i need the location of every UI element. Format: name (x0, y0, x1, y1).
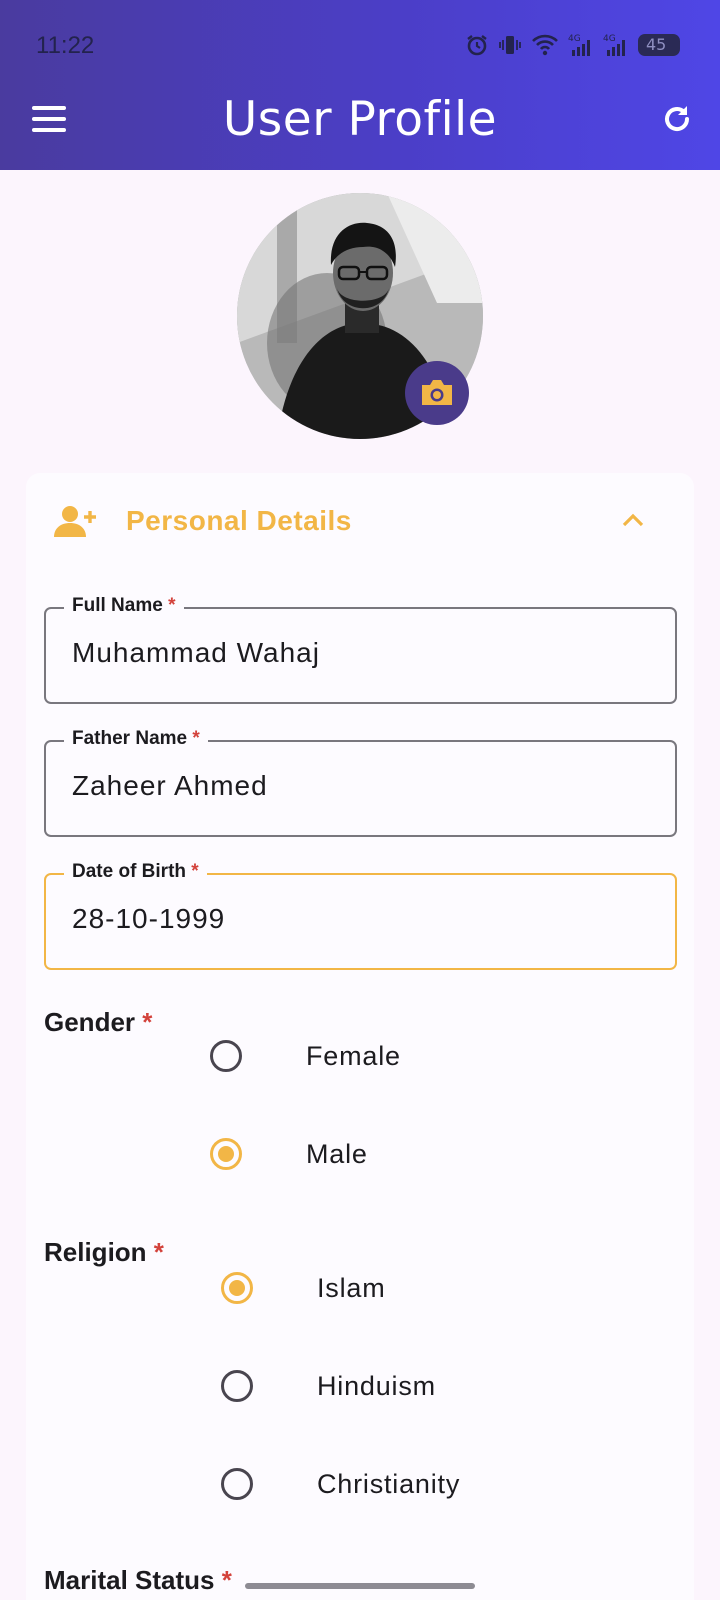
svg-text:4G: 4G (568, 34, 581, 44)
home-indicator[interactable] (245, 1583, 475, 1589)
person-add-icon (54, 506, 96, 537)
personal-details-header[interactable]: Personal Details (26, 473, 694, 573)
radio-selected-icon (210, 1138, 242, 1170)
status-icons: 4G 4G 45 (465, 32, 680, 58)
app-bar: 11:22 4G 4G 45 User Profile (0, 0, 720, 170)
section-title: Personal Details (126, 505, 352, 536)
full-name-value: Muhammad Wahaj (72, 637, 320, 668)
date-of-birth-value: 28-10-1999 (72, 903, 226, 934)
gender-option-male[interactable]: Male (210, 1138, 368, 1170)
svg-text:4G: 4G (603, 34, 616, 44)
radio-unselected-icon (221, 1370, 253, 1402)
radio-unselected-icon (210, 1040, 242, 1072)
field-label: Father Name * (64, 728, 208, 750)
alarm-icon (467, 35, 487, 56)
field-label: Date of Birth * (64, 861, 207, 883)
religion-option-islam[interactable]: Islam (221, 1272, 386, 1304)
religion-label: Religion * (44, 1237, 164, 1267)
marital-status-label: Marital Status * (44, 1565, 232, 1595)
date-of-birth-field[interactable]: Date of Birth * 28-10-1999 (44, 861, 677, 970)
battery-icon: 45 (638, 34, 680, 56)
religion-option-christianity[interactable]: Christianity (221, 1468, 460, 1500)
gender-option-female[interactable]: Female (210, 1040, 401, 1072)
personal-details-card: Personal Details Full Name * Muhammad Wa… (26, 473, 694, 1600)
radio-selected-icon (221, 1272, 253, 1304)
status-time: 11:22 (36, 32, 95, 59)
father-name-value: Zaheer Ahmed (72, 770, 268, 801)
refresh-icon[interactable] (660, 102, 694, 136)
change-photo-button[interactable] (405, 361, 469, 425)
camera-icon (422, 380, 452, 405)
page-title: User Profile (222, 92, 498, 147)
full-name-field[interactable]: Full Name * Muhammad Wahaj (44, 595, 677, 704)
field-label: Full Name * (64, 595, 184, 617)
father-name-field[interactable]: Father Name * Zaheer Ahmed (44, 728, 677, 837)
gender-label: Gender * (44, 1007, 153, 1037)
religion-option-hinduism[interactable]: Hinduism (221, 1370, 436, 1402)
vibrate-icon (499, 36, 521, 54)
signal-4g-icon: 4G (568, 34, 590, 56)
radio-unselected-icon (221, 1468, 253, 1500)
wifi-icon (532, 34, 558, 56)
signal-4g-icon: 4G (603, 34, 625, 56)
chevron-up-icon[interactable] (622, 513, 644, 527)
